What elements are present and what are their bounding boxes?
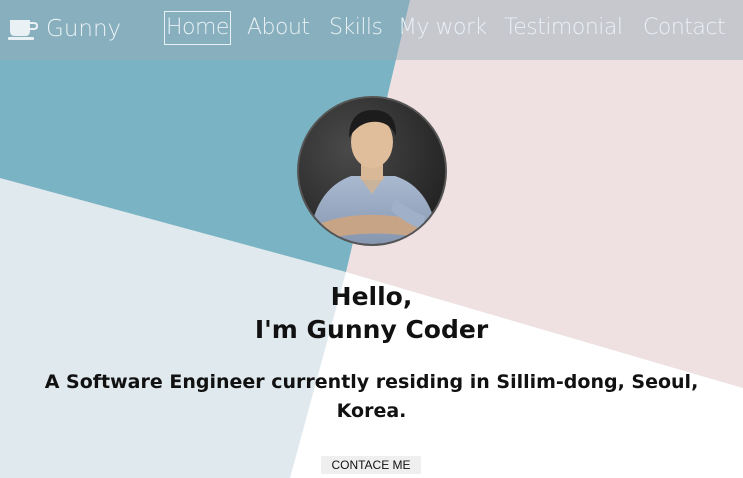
nav-link-home[interactable]: Home <box>164 11 231 45</box>
nav-link-about[interactable]: About <box>247 11 310 45</box>
brand-name: Gunny <box>46 15 122 42</box>
nav-link-contact[interactable]: Contact <box>643 11 726 45</box>
nav-link-testimonial[interactable]: Testimonial <box>504 11 623 45</box>
coffee-cup-icon <box>8 20 38 40</box>
top-navbar: Gunny Home About Skills My work Testimon… <box>0 0 743 60</box>
contact-me-button[interactable]: CONTACE ME <box>321 456 421 474</box>
hero-tagline: A Software Engineer currently residing i… <box>44 371 699 422</box>
greeting-line-1: Hello, <box>330 282 413 311</box>
profile-photo <box>297 96 447 246</box>
nav-link-my-work[interactable]: My work <box>398 11 487 45</box>
greeting-line-2: I'm Gunny Coder <box>254 315 489 344</box>
hero-greeting: Hello, I'm Gunny Coder <box>0 280 743 346</box>
profile-photo-image <box>299 98 445 244</box>
brand-logo[interactable]: Gunny <box>8 12 121 46</box>
nav-link-skills[interactable]: Skills <box>329 11 383 45</box>
